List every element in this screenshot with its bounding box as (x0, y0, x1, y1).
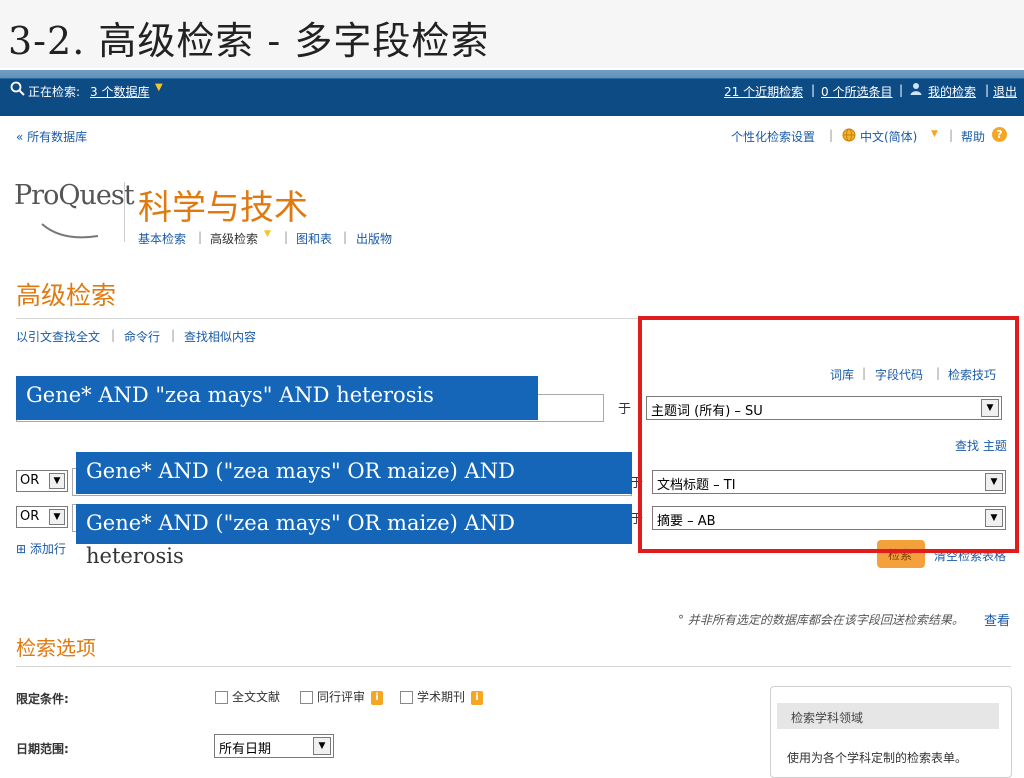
divider (16, 666, 1011, 667)
citation-finder-link[interactable]: 以引文查找全文 (16, 328, 100, 345)
operator-select-3[interactable]: OR ▼ (16, 506, 68, 528)
advanced-dropdown-arrow-icon[interactable]: ▼ (264, 229, 271, 239)
add-row-link[interactable]: ⊞ 添加行 (16, 540, 66, 557)
checkbox-icon[interactable] (300, 691, 313, 704)
view-link[interactable]: 查看 (984, 610, 1010, 629)
my-research-link[interactable]: 我的检索 (928, 83, 976, 100)
separator: | (899, 83, 904, 97)
separator: | (171, 328, 176, 342)
subject-area-text: 使用为各个学科定制的检索表单。 (787, 751, 968, 765)
date-range-select[interactable]: 所有日期 ▼ (214, 734, 334, 758)
separator: | (198, 230, 203, 244)
selected-items-link[interactable]: 0 个所选条目 (821, 83, 892, 100)
date-range-label: 日期范围: (16, 742, 69, 756)
separator: | (949, 128, 954, 142)
command-line-link[interactable]: 命令行 (124, 328, 160, 345)
subject-area-header: 检索学科领域 (777, 703, 999, 729)
query-overlay-2: Gene* AND ("zea mays" OR maize) AND (76, 452, 632, 494)
proquest-swoosh-icon (41, 223, 99, 239)
separator: | (284, 230, 289, 244)
all-databases-link[interactable]: « 所有数据库 (16, 128, 87, 145)
nav-basic-search[interactable]: 基本检索 (138, 230, 186, 247)
help-link[interactable]: 帮助 (961, 128, 985, 145)
language-dropdown-arrow-icon[interactable]: ▼ (931, 129, 938, 139)
fulltext-checkbox[interactable]: 全文文献 (215, 688, 280, 705)
separator: | (829, 128, 834, 142)
subject-area-panel: 检索学科领域 使用为各个学科定制的检索表单。 (770, 686, 1012, 778)
advanced-search-title: 高级检索 (16, 281, 117, 310)
slide-title-bar: 3-2. 高级检索 - 多字段检索 (0, 0, 1024, 68)
help-icon[interactable]: ? (992, 127, 1007, 142)
searching-label: 正在检索: (28, 85, 81, 99)
subject-area-title: 检索学科领域 (791, 711, 864, 725)
limits-label: 限定条件: (16, 692, 69, 706)
search-options-title: 检索选项 (16, 636, 96, 660)
nav-advanced-search[interactable]: 高级检索 (210, 230, 258, 247)
chevron-down-icon: ▼ (49, 509, 65, 525)
top-bar: 正在检索: 3 个数据库 ▼ 21 个近期检索 | 0 个所选条目 | 我的检索… (0, 70, 1024, 116)
chevron-down-icon: ▼ (49, 473, 65, 489)
user-icon (910, 82, 922, 98)
find-similar-link[interactable]: 查找相似内容 (184, 328, 256, 345)
chevron-down-icon: ▼ (313, 737, 331, 755)
scholarly-journals-checkbox[interactable]: 学术期刊 i (400, 688, 484, 705)
query-overlay-3: Gene* AND ("zea mays" OR maize) AND (76, 504, 632, 544)
nav-publications[interactable]: 出版物 (356, 230, 392, 247)
checkbox-icon[interactable] (400, 691, 413, 704)
separator: | (985, 83, 990, 97)
query-overlay-1: Gene* AND "zea mays" AND heterosis (16, 376, 538, 420)
info-icon[interactable]: i (371, 690, 384, 705)
database-count-link[interactable]: 3 个数据库 (90, 83, 149, 100)
recent-searches-link[interactable]: 21 个近期检索 (724, 83, 803, 100)
info-icon[interactable]: i (471, 690, 484, 705)
product-title: 科学与技术 (138, 188, 308, 228)
globe-icon (842, 128, 856, 145)
highlight-box (638, 316, 1019, 553)
separator: | (811, 83, 816, 97)
slide-title: 3-2. 高级检索 - 多字段检索 (8, 19, 490, 63)
logout-link[interactable]: 退出 (993, 83, 1017, 100)
checkbox-icon[interactable] (215, 691, 228, 704)
query-overflow-text: heterosis (86, 544, 184, 568)
language-selector[interactable]: 中文(简体) (860, 128, 917, 145)
nav-figures-tables[interactable]: 图和表 (296, 230, 332, 247)
field-note: ° 并非所有选定的数据库都会在该字段回送检索结果。 (678, 613, 964, 627)
separator: | (111, 328, 116, 342)
peer-reviewed-checkbox[interactable]: 同行评审 i (300, 688, 384, 705)
db-dropdown-arrow-icon[interactable]: ▼ (155, 82, 163, 93)
logo-divider (124, 182, 125, 242)
in-label: 于 (618, 402, 632, 417)
separator: | (343, 230, 348, 244)
operator-select-2[interactable]: OR ▼ (16, 470, 68, 492)
proquest-logo[interactable]: ProQuest (14, 180, 135, 211)
search-icon (10, 81, 26, 100)
personalize-link[interactable]: 个性化检索设置 (731, 128, 815, 145)
